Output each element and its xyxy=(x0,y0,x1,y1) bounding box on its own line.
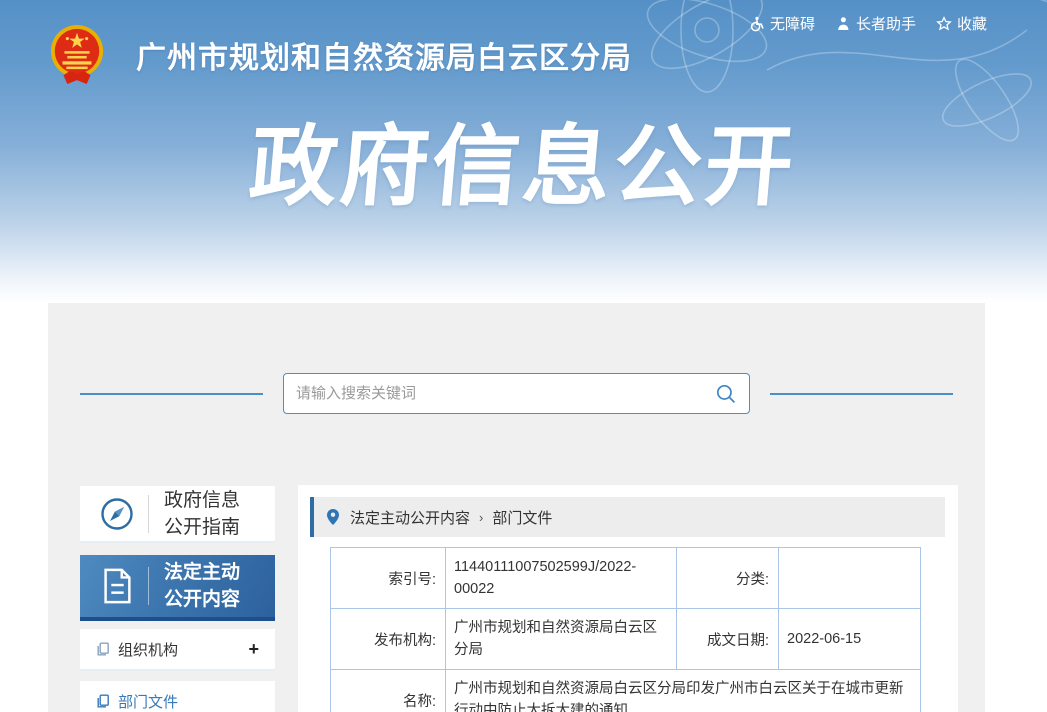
search-input[interactable] xyxy=(296,385,715,402)
sidebar-item-department-files[interactable]: 部门文件 xyxy=(80,681,275,712)
sidebar-item-statutory-label: 法定主动 公开内容 xyxy=(164,559,240,613)
compass-icon xyxy=(98,496,136,532)
divider xyxy=(148,567,149,605)
publishing-agency-label: 发布机构: xyxy=(331,609,446,670)
brand: 广州市规划和自然资源局白云区分局 xyxy=(48,24,632,86)
china-national-emblem-icon xyxy=(48,24,106,86)
sidebar-item-organization[interactable]: 组织机构 + xyxy=(80,629,275,671)
page: 广州市规划和自然资源局白云区分局 无障碍 长者助手 xyxy=(0,0,1047,712)
sidebar-item-organization-label: 组织机构 xyxy=(118,639,178,660)
elder-assistant-link[interactable]: 长者助手 xyxy=(835,13,916,34)
favorite-link[interactable]: 收藏 xyxy=(936,13,987,34)
divider-line-right xyxy=(770,393,953,395)
search-icon[interactable] xyxy=(715,383,737,405)
star-icon xyxy=(936,16,952,32)
document-name-value: 广州市规划和自然资源局白云区分局印发广州市白云区关于在城市更新行动中防止大拆大建… xyxy=(446,670,921,712)
page-title: 政府信息公开 xyxy=(0,96,1047,223)
location-pin-icon xyxy=(326,508,340,526)
divider-line-left xyxy=(80,393,263,395)
sidebar: 政府信息 公开指南 法定主动 公开内容 xyxy=(80,486,275,712)
index-number-label: 索引号: xyxy=(331,548,446,609)
table-row-agency: 发布机构: 广州市规划和自然资源局白云区分局 成文日期: 2022-06-15 xyxy=(331,609,921,670)
person-icon xyxy=(835,16,851,32)
favorite-label: 收藏 xyxy=(957,13,987,34)
divider xyxy=(148,495,149,533)
category-value xyxy=(779,548,921,609)
table-row-title: 名称: 广州市规划和自然资源局白云区分局印发广州市白云区关于在城市更新行动中防止… xyxy=(331,670,921,712)
site-header: 广州市规划和自然资源局白云区分局 无障碍 长者助手 xyxy=(0,0,1047,303)
table-row-index: 索引号: 11440111007502599J/2022-00022 分类: xyxy=(331,548,921,609)
breadcrumb-separator: › xyxy=(479,510,483,525)
content-card: 法定主动公开内容 › 部门文件 索引号: 11440111007502599J/… xyxy=(298,485,958,712)
quick-links: 无障碍 长者助手 收藏 xyxy=(749,13,987,34)
expand-plus-icon[interactable]: + xyxy=(248,640,259,658)
document-name-label: 名称: xyxy=(331,670,446,712)
site-name: 广州市规划和自然资源局白云区分局 xyxy=(136,33,632,77)
wheelchair-icon xyxy=(749,16,765,32)
sidebar-item-statutory-disclosure[interactable]: 法定主动 公开内容 xyxy=(80,555,275,621)
main-panel: 政府信息 公开指南 法定主动 公开内容 xyxy=(48,303,985,712)
search-box xyxy=(283,373,750,414)
breadcrumb-department-files[interactable]: 部门文件 xyxy=(492,507,552,528)
elder-assistant-label: 长者助手 xyxy=(856,13,916,34)
category-label: 分类: xyxy=(677,548,779,609)
document-icon xyxy=(98,566,136,606)
sidebar-item-department-files-label: 部门文件 xyxy=(118,691,178,712)
written-date-label: 成文日期: xyxy=(677,609,779,670)
pages-icon xyxy=(96,642,110,656)
index-number-value: 11440111007502599J/2022-00022 xyxy=(446,548,677,609)
breadcrumb-statutory-disclosure[interactable]: 法定主动公开内容 xyxy=(350,507,470,528)
pages-icon xyxy=(96,694,110,708)
sidebar-item-guide[interactable]: 政府信息 公开指南 xyxy=(80,486,275,543)
publishing-agency-value: 广州市规划和自然资源局白云区分局 xyxy=(446,609,677,670)
accessibility-link[interactable]: 无障碍 xyxy=(749,13,815,34)
written-date-value: 2022-06-15 xyxy=(779,609,921,670)
accessibility-label: 无障碍 xyxy=(770,13,815,34)
sidebar-item-guide-label: 政府信息 公开指南 xyxy=(164,487,240,541)
document-meta-table: 索引号: 11440111007502599J/2022-00022 分类: 发… xyxy=(330,547,921,712)
breadcrumb: 法定主动公开内容 › 部门文件 xyxy=(310,497,945,537)
